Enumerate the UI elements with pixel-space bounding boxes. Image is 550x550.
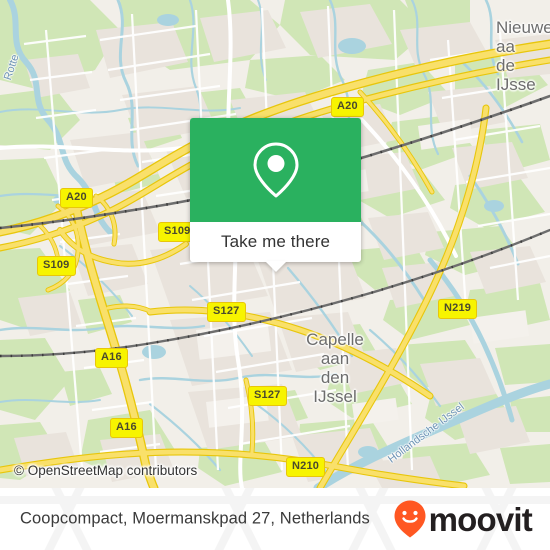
place-label-nieuwerkerk-aan-den-ijssel: Nieuwe aa de IJsse [496,18,550,94]
moovit-wordmark: moovit [428,500,533,538]
map-canvas[interactable]: Nieuwe aa de IJsse Capelle aan den IJsse… [0,0,550,488]
place-label-capelle-aan-den-ijssel: Capelle aan den IJssel [306,330,364,406]
road-shield-a16-upper: A16 [95,348,128,368]
road-shield-s127-mid: S127 [207,302,246,322]
take-me-there-label: Take me there [220,232,331,251]
location-title: Coopcompact, Moermanskpad 27, Netherland… [20,509,370,528]
moovit-brand[interactable]: moovit [393,499,533,539]
road-shield-n219-right: N219 [438,299,478,319]
road-shield-s127-lower: S127 [248,386,287,406]
location-callout-card[interactable]: Take me there [190,118,361,272]
callout-image-area [190,118,361,222]
road-shield-s109-left: S109 [37,256,76,276]
callout-pointer [264,261,287,272]
road-shield-n210: N210 [286,457,326,477]
moovit-map-screenshot: Nieuwe aa de IJsse Capelle aan den IJsse… [0,0,550,550]
openstreetmap-attribution[interactable]: © OpenStreetMap contributors [14,463,197,478]
moovit-smiling-pin-logo [394,500,426,538]
road-shield-a16-lower: A16 [110,418,143,438]
callout-action-area[interactable]: Take me there [190,222,361,272]
road-shield-a20-top: A20 [331,97,364,117]
road-shield-a20-left: A20 [60,188,93,208]
footer-bar: Coopcompact, Moermanskpad 27, Netherland… [0,488,550,550]
map-pin-icon [253,142,298,198]
